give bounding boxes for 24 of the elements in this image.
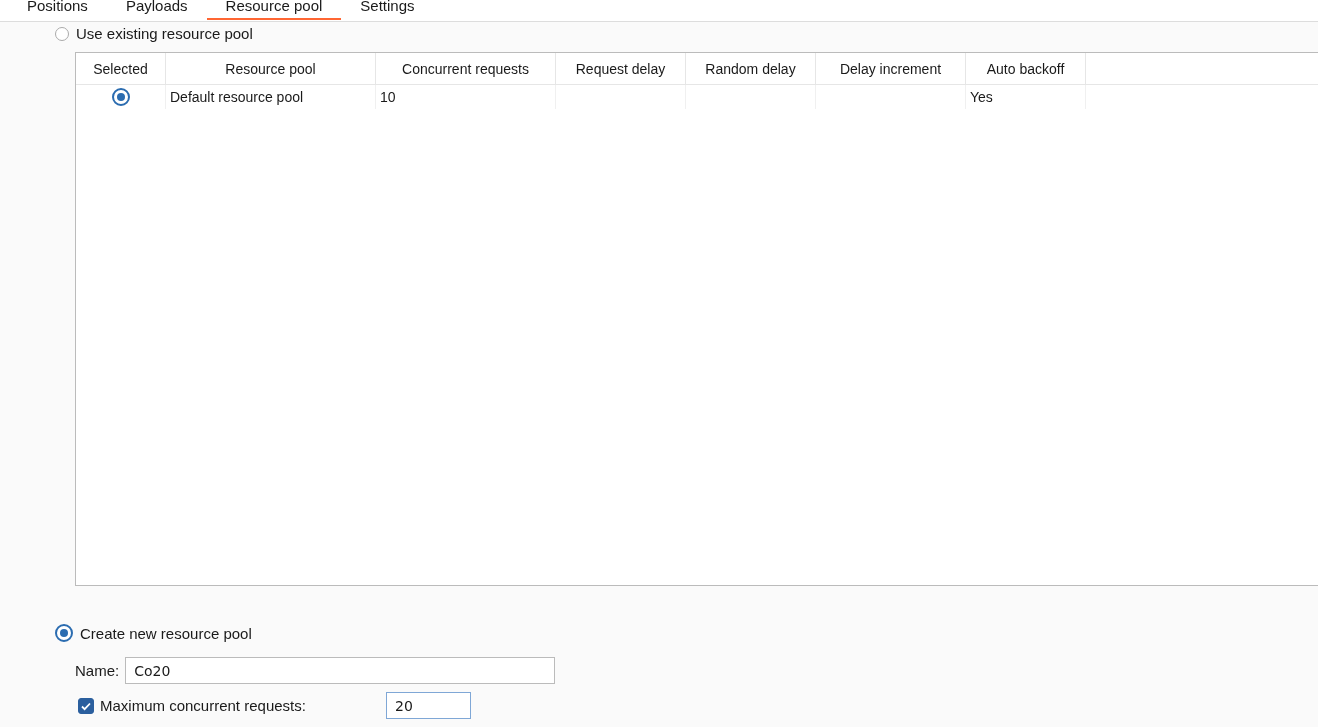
tab[interactable]: Positions — [8, 0, 107, 20]
column-header[interactable]: Request delay — [556, 53, 686, 84]
tab[interactable]: Settings — [341, 0, 434, 20]
table-cell: Default resource pool — [166, 85, 376, 109]
table-cell: 10 — [376, 85, 556, 109]
column-header[interactable]: Concurrent requests — [376, 53, 556, 84]
column-header[interactable]: Random delay — [686, 53, 816, 84]
option-label: Use existing resource pool — [76, 25, 253, 42]
tab[interactable]: Payloads — [106, 0, 207, 20]
radio-button[interactable] — [111, 88, 130, 106]
column-header[interactable]: Selected — [76, 53, 166, 84]
checkbox-label: Maximum concurrent requests: — [100, 697, 307, 714]
column-header[interactable]: Auto backoff — [966, 53, 1086, 84]
radio-button[interactable] — [55, 624, 73, 642]
field-label: Name: — [75, 662, 120, 679]
column-header[interactable]: Delay increment — [816, 53, 966, 84]
option-label: Create new resource pool — [80, 624, 252, 642]
name-field[interactable]: Co20 — [125, 657, 556, 684]
table-cell: Yes — [966, 85, 1086, 109]
number-field[interactable]: 20 — [386, 692, 471, 719]
tab[interactable]: Resource pool — [206, 0, 342, 20]
radio-button[interactable] — [55, 26, 69, 41]
column-header[interactable]: Resource pool — [166, 53, 376, 84]
checkbox[interactable] — [78, 697, 94, 714]
